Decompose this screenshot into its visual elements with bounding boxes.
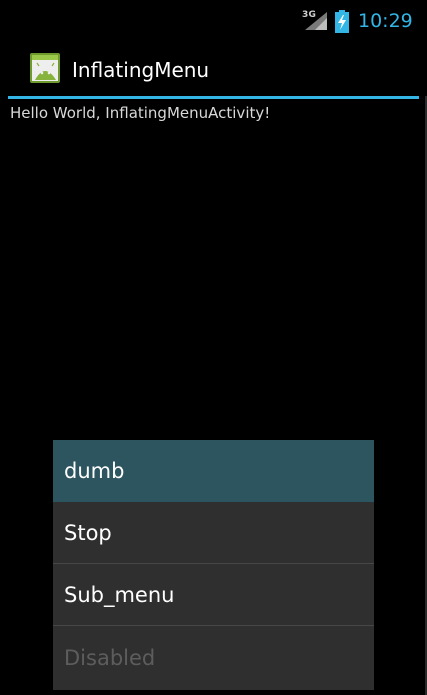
app-title: InflatingMenu xyxy=(72,58,210,82)
signal-icon xyxy=(305,12,327,30)
options-menu: dumb Stop Sub_menu Disabled xyxy=(53,440,374,690)
menu-item-sub-menu[interactable]: Sub_menu xyxy=(53,564,374,626)
action-bar: InflatingMenu xyxy=(0,44,427,96)
android-app-icon xyxy=(30,53,60,83)
menu-item-dumb[interactable]: dumb xyxy=(53,440,374,502)
status-bar: 3G 10:29 xyxy=(0,0,427,44)
menu-item-stop[interactable]: Stop xyxy=(53,502,374,564)
status-clock: 10:29 xyxy=(358,10,413,32)
menu-item-disabled: Disabled xyxy=(64,646,156,670)
action-bar-divider xyxy=(8,96,419,99)
screen: 3G 10:29 InflatingMenu Hello World, Infl… xyxy=(0,0,427,695)
hello-text: Hello World, InflatingMenuActivity! xyxy=(10,104,271,122)
battery-icon xyxy=(335,10,349,33)
